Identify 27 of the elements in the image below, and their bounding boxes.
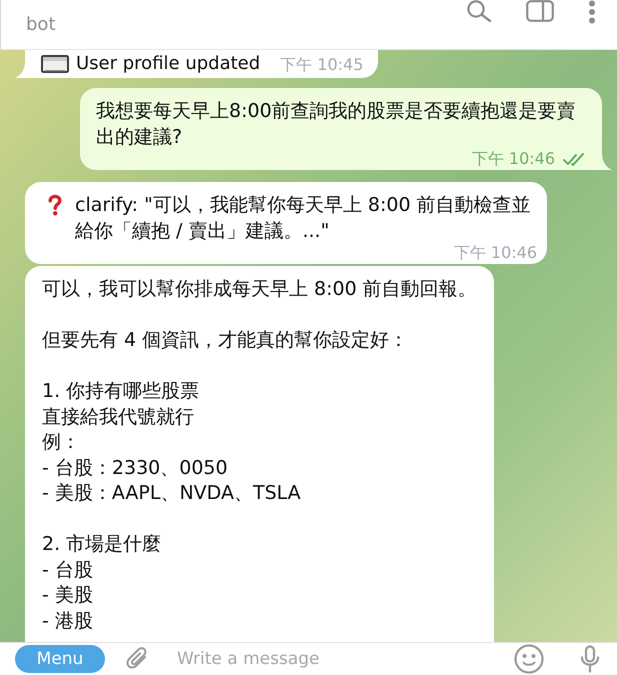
microphone-icon[interactable] (580, 645, 600, 673)
window-icon (41, 55, 69, 73)
chat-subtitle: bot (26, 13, 56, 37)
question-icon (47, 194, 63, 216)
message-line: 直接給我代號就行 (42, 404, 195, 430)
message-line: 可以，我可以幫你排成每天早上 8:00 前自動回報。 (42, 277, 477, 302)
more-icon[interactable] (588, 0, 596, 24)
message-time: 下午 10:46 (472, 150, 555, 168)
message-text: clarify: "可以，我能幫你每天早上 8:00 前自動檢查並給你「續抱 / 賣出」建議。..." (75, 193, 532, 244)
message-line: - 台股：2330、0050 (42, 456, 229, 480)
message-text: User profile updated (76, 54, 260, 74)
message-line: 1. 你持有哪些股票 (42, 379, 200, 404)
search-icon[interactable] (466, 0, 492, 22)
message-line: 例： (42, 430, 81, 455)
message-line: - 港股 (42, 608, 94, 634)
message-text: 我想要每天早上8:00前查詢我的股票是否要續抱還是要賣出的建議? (96, 99, 577, 150)
message-line: 但要先有 4 個資訊，才能真的幫你設定好： (42, 328, 410, 353)
emoji-icon[interactable] (514, 644, 544, 674)
sidebar-icon[interactable] (526, 0, 554, 22)
message-line: - 美股：AAPL、NVDA、TSLA (42, 481, 302, 506)
menu-button[interactable]: Menu (15, 645, 105, 673)
message-time: 下午 10:46 (454, 244, 537, 262)
message-line: - 美股 (42, 583, 94, 608)
message-line: 2. 市場是什麼 (42, 532, 162, 557)
message-time: 下午 10:45 (280, 56, 364, 74)
message-line: - 台股 (42, 558, 94, 582)
message-input[interactable]: Write a message (177, 647, 502, 671)
